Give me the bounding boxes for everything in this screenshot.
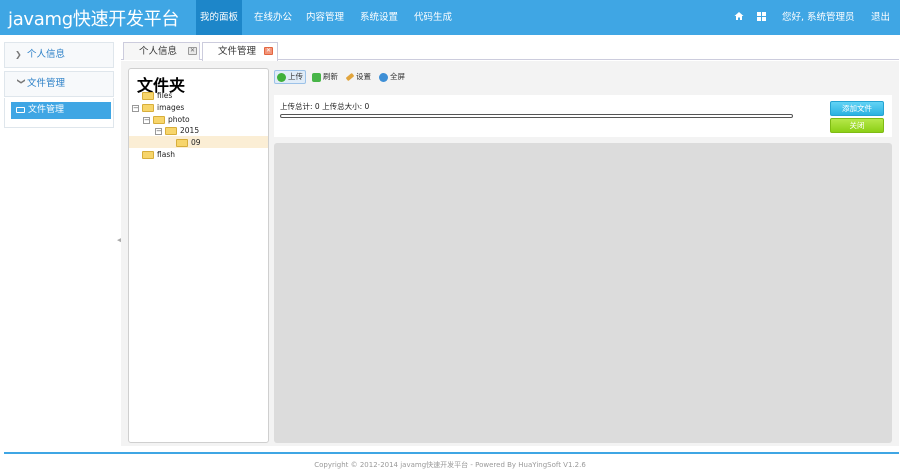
tab-file-management[interactable]: 文件管理 ✕ [202,42,278,61]
tree-node-images[interactable]: − images [132,102,184,113]
upload-button[interactable]: 上传 [274,70,306,84]
footer-divider [4,452,899,454]
upload-stats: 上传总计: 0 上传总大小: 0 [280,102,370,111]
tree-node-label: 09 [191,138,201,147]
sidebar-section-personal-info[interactable]: ❯ 个人信息 [4,42,114,68]
fullscreen-button[interactable]: 全屏 [377,71,405,83]
main-content: 文件夹 files − images − photo −2015 09 flash … [121,61,899,446]
tree-node-label: flash [157,150,175,159]
tab-personal-info[interactable]: 个人信息 ✕ [123,42,200,60]
sidebar-item-file-management[interactable]: 文件管理 [11,102,111,119]
folder-open-icon [16,106,25,113]
sidebar-section-file-management[interactable]: ❯文件管理 [4,71,114,97]
settings-button[interactable]: 设置 [344,71,371,83]
folder-tree-panel: 文件夹 files − images − photo −2015 09 flash [128,68,269,443]
fullscreen-icon [379,72,388,82]
folder-icon [142,104,154,112]
folder-icon [142,151,154,159]
refresh-icon [312,72,321,82]
settings-label: 设置 [356,72,371,81]
folder-icon [142,92,154,100]
tree-node-09[interactable]: 09 [176,137,201,148]
tab-bar: 个人信息 ✕ 文件管理 ✕ [121,40,899,61]
tab-label: 个人信息 [139,46,178,57]
tree-node-photo[interactable]: − photo [143,114,190,125]
tree-node-flash[interactable]: flash [132,149,175,160]
chevron-down-icon: ❯ [17,78,26,85]
sidebar-section-label: 个人信息 [27,49,66,60]
refresh-label: 刷新 [323,72,338,81]
home-icon[interactable] [734,11,744,21]
tree-node-2015[interactable]: − 2015 [155,125,199,136]
nav-item-system-settings[interactable]: 系统设置 [356,0,402,35]
upload-label: 上传 [288,72,303,81]
upload-progress-bar [280,114,793,118]
collapse-toggle-icon[interactable]: − [143,116,150,124]
sidebar-section-body: 文件管理 [4,98,114,128]
sidebar-item-label: 文件管理 [28,105,65,115]
tree-node-label: images [157,103,185,112]
nav-item-content-management[interactable]: 内容管理 [302,0,348,35]
add-file-button[interactable]: 添加文件 [830,101,884,116]
nav-item-my-panel[interactable]: 我的面板 [196,0,243,35]
chevron-right-icon: ❯ [15,50,22,59]
tree-node-label: photo [168,115,190,124]
nav-item-code-generation[interactable]: 代码生成 [410,0,456,35]
folder-icon [165,127,177,135]
collapse-toggle-icon[interactable]: − [155,127,162,135]
close-button[interactable]: 关闭 [830,118,884,133]
grid-icon[interactable] [757,12,766,21]
refresh-button[interactable]: 刷新 [310,71,338,83]
user-greeting[interactable]: 您好, 系统管理员 [782,0,855,35]
tree-node-label: files [157,91,173,100]
collapse-toggle-icon[interactable]: − [132,104,139,112]
file-toolbar: 上传 刷新 设置 全屏 [274,69,894,85]
tab-label: 文件管理 [218,46,257,57]
app-title: javamg快速开发平台 [8,9,180,30]
close-tab-icon[interactable]: ✕ [264,47,273,55]
fullscreen-label: 全屏 [390,72,405,81]
upload-panel: 上传总计: 0 上传总大小: 0 添加文件 关闭 [274,95,892,137]
folder-icon [153,116,165,124]
wrench-icon [345,72,355,82]
top-bar: javamg快速开发平台 我的面板 在线办公 内容管理 系统设置 代码生成 您好… [0,0,900,35]
close-tab-icon[interactable]: ✕ [188,47,197,55]
upload-icon [277,72,286,82]
footer-copyright: Copyright © 2012-2014 javamg快速开发平台 - Pow… [314,461,586,469]
nav-item-online-office[interactable]: 在线办公 [250,0,296,35]
logout-link[interactable]: 退出 [871,0,890,35]
folder-icon [176,139,188,147]
tree-node-label: 2015 [180,126,200,135]
sidebar: ❯ 个人信息 ❯文件管理 文件管理 [0,38,117,446]
tree-node-files[interactable]: files [132,90,172,101]
file-list-area[interactable] [274,143,892,443]
